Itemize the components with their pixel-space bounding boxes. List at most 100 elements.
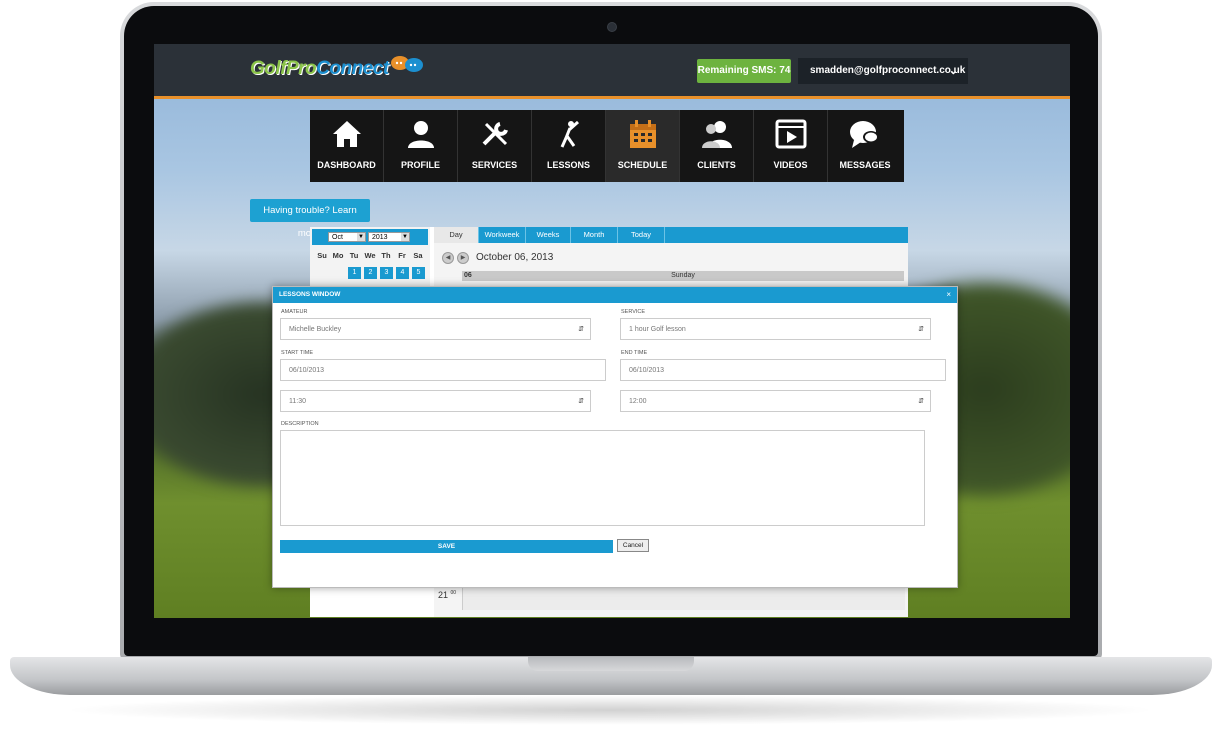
hour-minutes: 00 xyxy=(450,590,457,596)
laptop-shadow xyxy=(60,695,1160,725)
description-textarea[interactable] xyxy=(280,430,925,526)
end-time-label: END TIME xyxy=(621,350,648,356)
house-icon xyxy=(332,121,361,147)
film-icon xyxy=(775,119,806,149)
chat-icon xyxy=(850,121,879,148)
tab-workweek[interactable]: Workweek xyxy=(479,227,526,243)
lessons-window: LESSONS WINDOW × AMATEUR Michelle Buckle… xyxy=(272,286,958,588)
weekday-label: Su xyxy=(317,251,327,260)
user-menu[interactable]: smadden@golfproconnect.co.uk ⌄ xyxy=(798,58,968,84)
nav-label: DASHBOARD xyxy=(317,160,376,170)
description-label: DESCRIPTION xyxy=(281,421,319,427)
current-date: October 06, 2013 xyxy=(476,252,554,263)
top-bar: GolfProConnect Remaining SMS: 74 smadden… xyxy=(154,44,1070,99)
laptop-notch xyxy=(528,657,694,671)
amateur-select[interactable]: Michelle Buckley ⇵ xyxy=(280,318,591,340)
app-logo[interactable]: GolfProConnect xyxy=(250,58,389,80)
nav-videos[interactable]: VIDEOS xyxy=(754,110,828,182)
people-icon xyxy=(701,121,732,148)
nav-lessons[interactable]: LESSONS xyxy=(532,110,606,182)
mini-calendar-header: Oct ▼ 2013 ▼ xyxy=(312,229,428,245)
chevron-down-icon: ⌄ xyxy=(948,65,958,77)
nav-label: SCHEDULE xyxy=(617,160,668,170)
weekday-label: Fr xyxy=(398,251,406,260)
nav-clients[interactable]: CLIENTS xyxy=(680,110,754,182)
end-date-value: 06/10/2013 xyxy=(629,367,665,374)
nav-services[interactable]: SERVICES xyxy=(458,110,532,182)
service-label: SERVICE xyxy=(621,309,646,315)
select-arrows-icon: ⇵ xyxy=(578,326,584,333)
tools-icon xyxy=(482,122,508,146)
app-screen: GolfProConnect Remaining SMS: 74 smadden… xyxy=(154,44,1070,618)
tab-today[interactable]: Today xyxy=(618,227,665,243)
start-date-value: 06/10/2013 xyxy=(289,367,325,374)
end-time-select[interactable]: 12:00 ⇵ xyxy=(620,390,931,412)
nav-label: MESSAGES xyxy=(839,160,891,170)
calendar-day[interactable]: 3 xyxy=(380,267,393,279)
main-nav: DASHBOARD PROFILE SERVICES LESSONS SCHED… xyxy=(310,110,904,182)
nav-profile[interactable]: PROFILE xyxy=(384,110,458,182)
nav-label: PROFILE xyxy=(400,160,440,170)
mini-calendar: Oct ▼ 2013 ▼ Su Mo Tu We Th Fr Sa 1 2 3 4 … xyxy=(310,227,430,287)
remaining-sms-badge[interactable]: Remaining SMS: 74 xyxy=(697,59,791,83)
amateur-label: AMATEUR xyxy=(281,309,308,315)
time-slot[interactable] xyxy=(462,586,905,610)
start-time-value: 11:30 xyxy=(289,398,306,405)
amateur-value: Michelle Buckley xyxy=(289,326,342,333)
service-select[interactable]: 1 hour Golf lesson ⇵ xyxy=(620,318,931,340)
start-time-select[interactable]: 11:30 ⇵ xyxy=(280,390,591,412)
tab-weeks[interactable]: Weeks xyxy=(526,227,571,243)
user-email: smadden@golfproconnect.co.uk xyxy=(810,65,966,76)
year-select[interactable]: 2013 ▼ xyxy=(368,232,410,242)
weekday-label: We xyxy=(364,251,376,260)
select-arrows-icon: ⇵ xyxy=(918,326,924,333)
nav-schedule[interactable]: SCHEDULE xyxy=(606,110,680,182)
nav-label: SERVICES xyxy=(471,160,518,170)
chevron-down-icon: ▼ xyxy=(357,233,365,241)
nav-dashboard[interactable]: DASHBOARD xyxy=(310,110,384,182)
start-date-field[interactable]: 06/10/2013 xyxy=(280,359,606,381)
golfer-icon xyxy=(560,120,579,148)
view-tabs: Day Workweek Weeks Month Today xyxy=(434,227,908,243)
select-arrows-icon: ⇵ xyxy=(578,398,584,405)
person-icon xyxy=(407,121,434,148)
chevron-down-icon: ▼ xyxy=(401,233,409,241)
calendar-icon xyxy=(629,120,656,148)
next-day-button[interactable]: ▶ xyxy=(457,252,469,264)
weekday-label: Mo xyxy=(332,251,344,260)
month-value: Oct xyxy=(332,234,343,241)
save-button[interactable]: SAVE xyxy=(280,540,613,553)
day-column-header: 06 Sunday xyxy=(462,271,904,281)
modal-header: LESSONS WINDOW × xyxy=(273,287,957,303)
month-select[interactable]: Oct ▼ xyxy=(328,232,366,242)
weekday-label: Sa xyxy=(413,251,423,260)
calendar-day[interactable]: 5 xyxy=(412,267,425,279)
weekday-label: Tu xyxy=(349,251,359,260)
weekday-label: Th xyxy=(381,251,391,260)
cancel-button[interactable]: Cancel xyxy=(617,539,649,552)
nav-label: LESSONS xyxy=(546,160,590,170)
nav-messages[interactable]: MESSAGES xyxy=(828,110,902,182)
logo-text-a: GolfPro xyxy=(250,58,317,79)
calendar-day[interactable]: 1 xyxy=(348,267,361,279)
tab-day[interactable]: Day xyxy=(434,227,479,243)
prev-day-button[interactable]: ◀ xyxy=(442,252,454,264)
webcam-icon xyxy=(607,22,617,32)
end-date-field[interactable]: 06/10/2013 xyxy=(620,359,946,381)
service-value: 1 hour Golf lesson xyxy=(629,326,686,333)
hour-row: 21 00 xyxy=(434,585,908,610)
select-arrows-icon: ⇵ xyxy=(918,398,924,405)
close-icon[interactable]: × xyxy=(946,287,951,303)
tab-month[interactable]: Month xyxy=(571,227,618,243)
start-time-label: START TIME xyxy=(281,350,313,356)
hour-label: 21 00 xyxy=(438,590,456,600)
calendar-day[interactable]: 2 xyxy=(364,267,377,279)
speech-bubbles-icon xyxy=(391,56,423,72)
day-name: Sunday xyxy=(671,272,695,279)
end-time-value: 12:00 xyxy=(629,398,647,405)
nav-label: VIDEOS xyxy=(773,160,808,170)
year-value: 2013 xyxy=(372,234,388,241)
help-link[interactable]: Having trouble? Learn more. xyxy=(250,199,370,239)
calendar-day[interactable]: 4 xyxy=(396,267,409,279)
hour-value: 21 xyxy=(438,590,449,600)
